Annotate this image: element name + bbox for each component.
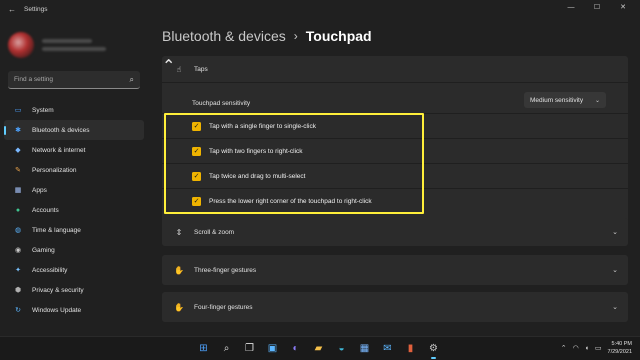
office-icon[interactable]: ▮ [403,341,418,356]
search-icon[interactable]: ⌕ [219,341,234,356]
breadcrumb-parent[interactable]: Bluetooth & devices [162,28,286,44]
search-input[interactable]: Find a setting ⌕ [8,71,140,89]
brush-icon: ✎ [15,167,21,174]
chevron-down-icon[interactable]: ⌄ [612,266,618,274]
three-finger-icon: ✋ [174,265,184,275]
wifi-icon[interactable]: ◠ [573,344,579,352]
sidebar-nav: ▭ System ✱ Bluetooth & devices ◆ Network & in… [4,100,144,320]
gamepad-icon: ◉ [14,247,22,254]
sidebar-item-label: Personalization [32,166,77,174]
minimize-button[interactable]: — [558,0,584,18]
sidebar-item-privacy-security[interactable]: ⬢ Privacy & security [4,280,144,300]
close-button[interactable]: ✕ [610,0,636,18]
accessibility-icon: ✦ [15,267,21,274]
user-profile[interactable] [8,28,138,62]
clock[interactable]: 5:40 PM 7/29/2021 [608,340,632,356]
back-arrow-icon[interactable]: ← [8,5,18,14]
person-icon: ● [15,206,21,214]
search-icon[interactable]: ⌕ [130,75,134,85]
sidebar-item-windows-update[interactable]: ↻ Windows Update [4,300,144,320]
update-icon: ↻ [15,307,21,314]
network-icon: ◆ [15,147,21,154]
sensitivity-value: Medium sensitivity [530,96,584,104]
start-icon[interactable]: ⊞ [196,341,211,356]
file-explorer-icon[interactable]: ▰ [311,341,326,356]
sidebar-item-label: Network & internet [32,146,86,154]
settings-icon[interactable]: ⚙ [426,341,441,359]
sidebar: Find a setting ⌕ ▭ System ✱ Bluetooth & dev… [0,18,150,336]
four-finger-label: Four-finger gestures [194,303,253,311]
sidebar-item-label: Windows Update [32,306,82,314]
mail-icon[interactable]: ✉ [380,341,395,356]
sidebar-item-label: Accessibility [32,266,68,274]
sidebar-item-label: Apps [32,186,47,194]
touchpad-sensitivity-label: Touchpad sensitivity [192,100,251,107]
globe-clock-icon: ◍ [14,227,22,234]
battery-icon[interactable]: ▭ [595,344,602,352]
breadcrumb-separator: › [293,29,298,43]
sidebar-item-label: Privacy & security [32,286,84,294]
volume-icon[interactable]: ◖ [585,345,589,352]
sidebar-item-gaming[interactable]: ◉ Gaming [4,240,144,260]
search-placeholder: Find a setting [14,76,54,83]
sidebar-item-label: Accounts [32,206,59,214]
sidebar-item-label: System [32,106,54,114]
sidebar-item-bluetooth-devices[interactable]: ✱ Bluetooth & devices [4,120,144,140]
settings-window: ← Settings — ☐ ✕ Find a setting ⌕ ▭ Syste… [0,0,640,336]
system-icon: ▭ [14,107,22,114]
chevron-down-icon: ⌄ [594,97,600,104]
taps-label: Taps [194,65,208,73]
breadcrumb: Bluetooth & devices › Touchpad [162,28,372,44]
store-icon[interactable]: ▦ [357,341,372,356]
taskbar: ⊞ ⌕ ❐ ▣ ◐ ▰ ◒ ▦ ✉ ▮ ⚙ ⌃ ◠ ◖ ▭ 5:40 PM 7/29/2021 [0,336,640,360]
apps-icon: ▦ [14,187,22,194]
chevron-up-icon[interactable]: ⌃ [561,344,567,352]
highlight-box [164,113,424,214]
profile-info-blurred [42,39,106,51]
sidebar-item-label: Bluetooth & devices [32,126,90,134]
three-finger-label: Three-finger gestures [194,266,257,274]
task-view-icon[interactable]: ❐ [242,341,257,356]
sidebar-item-apps[interactable]: ▦ Apps [4,180,144,200]
scroll-zoom-section[interactable]: ⇕ Scroll & zoom ⌄ [162,218,628,246]
sidebar-item-time-language[interactable]: ◍ Time & language [4,220,144,240]
three-finger-gestures-section[interactable]: ✋ Three-finger gestures ⌄ [162,255,628,285]
maximize-button[interactable]: ☐ [584,0,610,18]
sidebar-item-network-internet[interactable]: ◆ Network & internet [4,140,144,160]
widgets-icon[interactable]: ▣ [265,341,280,356]
four-finger-gestures-section[interactable]: ✋ Four-finger gestures ⌄ [162,292,628,322]
title-bar: ← Settings — ☐ ✕ [0,0,640,18]
chevron-down-icon[interactable]: ⌄ [612,228,618,236]
shield-icon: ⬢ [14,287,22,294]
scroll-zoom-label: Scroll & zoom [194,228,235,236]
sidebar-item-accounts[interactable]: ● Accounts [4,200,144,220]
system-tray: ⌃ ◠ ◖ ▭ 5:40 PM 7/29/2021 [561,340,632,356]
taps-header[interactable]: ☝ Taps [162,56,628,82]
window-controls: — ☐ ✕ [558,0,636,18]
clock-time: 5:40 PM [611,341,632,347]
bluetooth-icon: ✱ [15,127,21,134]
clock-date: 7/29/2021 [607,349,632,355]
window-title: Settings [24,5,48,13]
touchpad-sensitivity-dropdown[interactable]: Medium sensitivity ⌄ [524,92,606,108]
chat-icon[interactable]: ◐ [288,341,303,356]
sidebar-item-personalization[interactable]: ✎ Personalization [4,160,144,180]
sidebar-item-accessibility[interactable]: ✦ Accessibility [4,260,144,280]
sidebar-item-system[interactable]: ▭ System [4,100,144,120]
edge-icon[interactable]: ◒ [334,341,349,356]
avatar [8,32,34,58]
page-title: Touchpad [305,28,372,44]
four-finger-icon: ✋ [174,302,184,312]
chevron-down-icon[interactable]: ⌄ [612,303,618,311]
sidebar-item-label: Time & language [32,226,81,234]
sidebar-item-label: Gaming [32,246,55,254]
tap-finger-icon: ☝ [176,64,182,74]
taskbar-icons: ⊞ ⌕ ❐ ▣ ◐ ▰ ◒ ▦ ✉ ▮ ⚙ [196,341,441,359]
scroll-icon: ⇕ [175,227,183,237]
